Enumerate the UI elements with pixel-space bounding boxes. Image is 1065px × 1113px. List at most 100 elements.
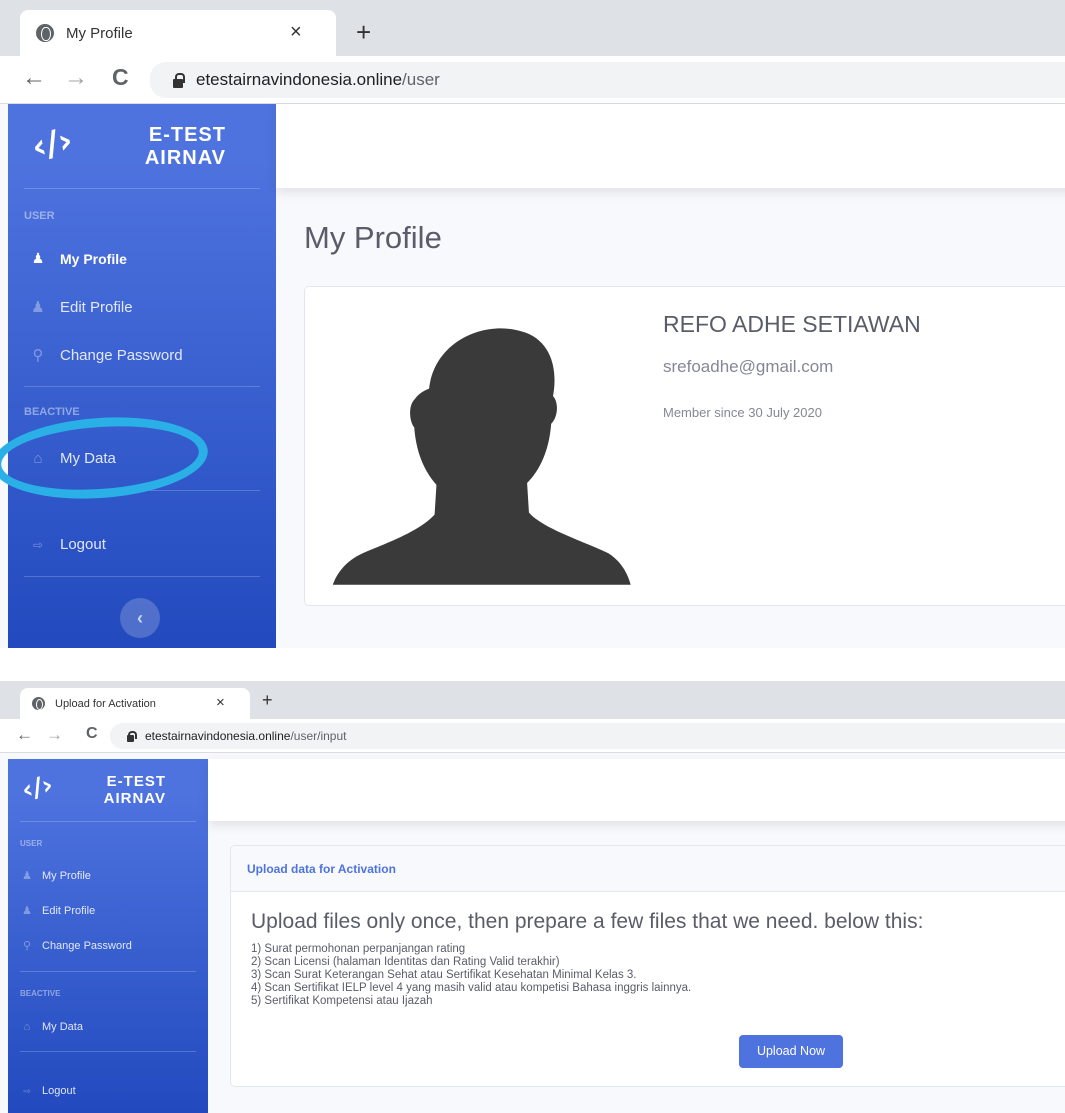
lock-icon xyxy=(126,730,137,742)
user-icon: ♟ xyxy=(22,870,32,882)
user-edit-icon: ♟ xyxy=(31,299,45,316)
new-tab-icon[interactable]: + xyxy=(262,690,273,711)
profile-member-since: Member since 30 July 2020 xyxy=(663,405,822,420)
globe-icon xyxy=(36,24,54,42)
sign-out-icon: ⇨ xyxy=(32,537,44,552)
tab-close-icon[interactable]: × xyxy=(290,21,302,44)
sidebar-item-my-profile[interactable]: ♟ My Profile xyxy=(28,250,127,267)
list-item: 4) Scan Sertifikat IELP level 4 yang mas… xyxy=(251,982,692,994)
list-item: 2) Scan Licensi (halaman Identitas dan R… xyxy=(251,956,560,968)
reload-icon[interactable]: C xyxy=(86,725,98,743)
sidebar-item-edit-profile[interactable]: ♟ Edit Profile xyxy=(20,904,96,918)
url-host: etestairnavindonesia.online xyxy=(196,70,403,89)
home-icon: ⌂ xyxy=(23,1021,31,1033)
sidebar-item-label: My Data xyxy=(42,1021,83,1033)
brand-line-1: E-TEST xyxy=(106,773,166,790)
card-header: Upload data for Activation xyxy=(231,846,1065,892)
sidebar-divider xyxy=(24,386,260,387)
sidebar-item-change-password[interactable]: ⚲ Change Password xyxy=(28,346,183,365)
sidebar-item-label: Change Password xyxy=(42,939,132,952)
browser-tab-strip: My Profile × + xyxy=(0,0,1065,56)
sidebar-item-label: Logout xyxy=(42,1085,76,1097)
brand-name: E-TEST AIRNAV xyxy=(82,773,166,808)
brand-name: E-TEST AIRNAV xyxy=(116,124,226,170)
back-icon[interactable]: ← xyxy=(16,725,33,745)
sidebar-heading-beactive: BEACTIVE xyxy=(24,406,80,418)
sidebar-item-label: Change Password xyxy=(60,346,183,364)
upload-instructions: Upload files only once, then prepare a f… xyxy=(251,910,924,933)
address-bar-row: ← → C etestairnavindonesia.online/user xyxy=(0,56,1065,104)
sidebar-heading-user: USER xyxy=(24,210,55,222)
sidebar-item-label: My Profile xyxy=(60,250,127,267)
sidebar-item-my-profile[interactable]: ♟ My Profile xyxy=(20,869,91,883)
list-item: 5) Sertifikat Kompetensi atau Ijazah xyxy=(251,995,433,1007)
profile-card: REFO ADHE SETIAWAN srefoadhe@gmail.com M… xyxy=(304,286,1065,606)
back-icon[interactable]: ← xyxy=(22,64,46,92)
url-path: /user xyxy=(402,70,440,89)
sidebar-heading-beactive: BEACTIVE xyxy=(20,989,61,998)
brand-line-2: AIRNAV xyxy=(103,790,166,808)
code-brackets-icon: ‹/› xyxy=(28,120,77,168)
sidebar-item-label: Logout xyxy=(60,536,106,553)
sign-out-icon: ⇨ xyxy=(23,1085,31,1096)
forward-icon[interactable]: → xyxy=(46,725,63,745)
url-input[interactable]: etestairnavindonesia.online/user xyxy=(150,62,1065,98)
key-icon: ⚲ xyxy=(22,940,32,952)
new-tab-icon[interactable]: + xyxy=(356,17,371,48)
address-bar-row: ← → C etestairnavindonesia.online/user/i… xyxy=(0,719,1065,753)
sidebar-heading-user: USER xyxy=(20,839,43,848)
profile-name: REFO ADHE SETIAWAN xyxy=(663,311,921,337)
tab-title: My Profile xyxy=(66,24,133,42)
sidebar-divider xyxy=(20,821,196,822)
upload-card: Upload data for Activation Upload files … xyxy=(230,845,1065,1087)
screenshot-my-profile: My Profile × + ← → C etestairnavindonesi… xyxy=(0,0,1065,648)
topbar xyxy=(208,759,1065,821)
page-title: My Profile xyxy=(304,220,442,255)
user-icon: ♟ xyxy=(31,250,45,266)
sidebar-divider xyxy=(24,188,260,189)
url-host: etestairnavindonesia.online xyxy=(145,729,291,743)
sidebar-item-edit-profile[interactable]: ♟ Edit Profile xyxy=(28,298,133,317)
reload-icon[interactable]: C xyxy=(112,64,129,91)
sidebar-item-label: My Profile xyxy=(42,869,91,882)
sidebar-item-logout[interactable]: ⇨ Logout xyxy=(28,536,106,553)
user-edit-icon: ♟ xyxy=(22,905,32,917)
sidebar-toggle-button[interactable]: ‹ xyxy=(120,598,160,638)
key-icon: ⚲ xyxy=(32,347,44,364)
sidebar-divider xyxy=(20,1051,196,1052)
sidebar-item-my-data[interactable]: ⌂ My Data xyxy=(20,1021,83,1033)
list-item: 1) Surat permohonan perpanjangan rating xyxy=(251,943,466,955)
sidebar: ‹/› E-TEST AIRNAV USER ♟ My Profile ♟ Ed… xyxy=(8,759,208,1113)
sidebar-item-logout[interactable]: ⇨ Logout xyxy=(20,1085,76,1097)
sidebar-item-label: Edit Profile xyxy=(42,904,96,917)
forward-icon[interactable]: → xyxy=(64,64,88,92)
tab-close-icon[interactable]: × xyxy=(216,694,225,711)
sidebar-divider xyxy=(20,971,196,972)
url-text: etestairnavindonesia.online/user/input xyxy=(145,729,346,743)
lock-icon xyxy=(172,72,185,88)
sidebar-item-label: Edit Profile xyxy=(60,298,133,316)
browser-tab[interactable]: Upload for Activation × xyxy=(20,688,250,719)
sidebar: ‹/› E-TEST AIRNAV USER ♟ My Profile ♟ Ed… xyxy=(8,104,276,648)
tab-title: Upload for Activation xyxy=(55,697,156,710)
sidebar-item-change-password[interactable]: ⚲ Change Password xyxy=(20,939,132,953)
list-item: 3) Scan Surat Keterangan Sehat atau Sert… xyxy=(251,969,637,981)
url-input[interactable]: etestairnavindonesia.online/user/input xyxy=(110,723,1065,749)
sidebar-brand[interactable]: ‹/› E-TEST AIRNAV xyxy=(19,770,202,807)
profile-email: srefoadhe@gmail.com xyxy=(663,357,834,376)
avatar xyxy=(332,328,631,585)
url-text: etestairnavindonesia.online/user xyxy=(196,70,440,90)
screenshot-upload-activation: Upload for Activation × + ← → C etestair… xyxy=(0,681,1065,1113)
topbar xyxy=(276,104,1065,188)
globe-icon xyxy=(32,697,45,711)
brand-line-1: E-TEST xyxy=(148,124,226,146)
url-path: /user/input xyxy=(290,729,347,743)
browser-tab[interactable]: My Profile × xyxy=(20,10,336,56)
sidebar-brand[interactable]: ‹/› E-TEST AIRNAV xyxy=(28,120,232,169)
browser-tab-strip: Upload for Activation × + xyxy=(0,681,1065,719)
upload-now-button[interactable]: Upload Now xyxy=(739,1035,843,1068)
code-brackets-icon: ‹/› xyxy=(19,770,56,806)
sidebar-divider xyxy=(24,576,260,577)
brand-line-2: AIRNAV xyxy=(144,147,226,169)
requirements-list: 1) Surat permohonan perpanjangan rating … xyxy=(251,943,691,1008)
